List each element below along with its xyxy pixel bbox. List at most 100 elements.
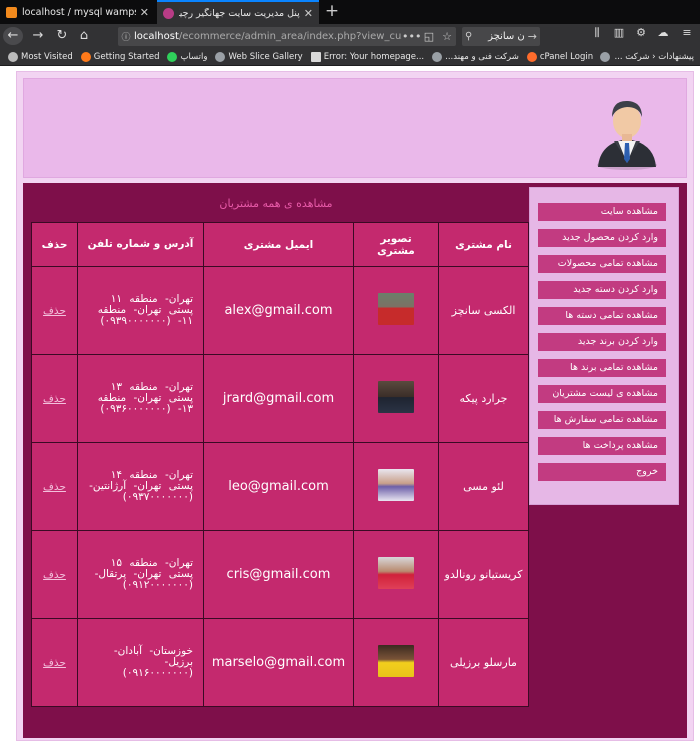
library-icon[interactable]: ⫼ xyxy=(588,26,606,40)
cloud-icon[interactable]: ☁ xyxy=(654,26,672,39)
customers-content: مشاهده ی همه مشتریان نام مشتری تصویر مشت… xyxy=(23,183,529,738)
globe-icon xyxy=(215,51,226,62)
header-address: آدرس و شماره تلفن xyxy=(77,222,204,267)
gear-icon xyxy=(8,51,18,62)
delete-link[interactable]: حذف xyxy=(43,393,66,405)
forward-button[interactable]: → xyxy=(28,27,48,45)
search-go-icon[interactable]: → xyxy=(528,30,537,43)
page: مشاهده ی همه مشتریان نام مشتری تصویر مشت… xyxy=(0,67,700,745)
customer-image xyxy=(353,354,439,443)
customer-name: الکسی سانچز xyxy=(438,266,529,355)
header-banner xyxy=(23,78,687,178)
menu-view-customers[interactable]: مشاهده ی لیست مشتریان xyxy=(538,385,666,403)
bookmark-company[interactable]: شرکت فنی و مهند... xyxy=(432,51,519,62)
customer-name: مارسلو برزیلی xyxy=(438,618,529,707)
firefox-icon xyxy=(80,51,91,62)
menu-view-products[interactable]: مشاهده تمامی محصولات xyxy=(538,255,666,273)
menu-insert-category[interactable]: وارد کردن دسته جدید xyxy=(538,281,666,299)
menu-view-payments[interactable]: مشاهده پرداخت ها xyxy=(538,437,666,455)
phpmyadmin-icon xyxy=(6,6,17,18)
customer-image xyxy=(353,442,439,531)
menu-view-site[interactable]: مشاهده سایت xyxy=(538,203,666,221)
bookmark-whatsapp[interactable]: واتساپ xyxy=(167,51,207,62)
customer-photo xyxy=(378,292,414,325)
tab-title: پنل مدیریت سایت جهانگیر رچیکم xyxy=(179,7,300,19)
sidebar-icon[interactable]: ▥ xyxy=(610,26,628,39)
menu-view-categories[interactable]: مشاهده تمامی دسته ها xyxy=(538,307,666,325)
admin-wrapper: مشاهده ی همه مشتریان نام مشتری تصویر مشت… xyxy=(16,71,694,741)
bookmark-getting-started[interactable]: Getting Started xyxy=(80,51,159,62)
table-row: مارسلو برزیلی marselo@gmail.com خوزستان-… xyxy=(31,618,529,707)
customer-photo xyxy=(378,380,414,413)
reload-button[interactable]: ↻ xyxy=(52,27,72,45)
close-tab-icon[interactable]: ✕ xyxy=(304,7,313,20)
customer-image xyxy=(353,530,439,619)
cpanel-icon xyxy=(526,51,537,62)
menu-view-orders[interactable]: مشاهده تمامی سفارش ها xyxy=(538,411,666,429)
globe-icon xyxy=(600,52,611,62)
customer-address: تهران- منطقه ۱۱ پستی تهران- منطقه ۱۱- (۰… xyxy=(77,266,204,355)
close-tab-icon[interactable]: ✕ xyxy=(140,6,149,19)
search-box[interactable]: ⚲ ن سانچز → xyxy=(462,27,540,46)
header-image: تصویر مشتری xyxy=(353,222,439,267)
home-button[interactable]: ⌂ xyxy=(74,27,94,45)
menu-icon[interactable]: ≡ xyxy=(678,26,696,39)
menu-insert-brand[interactable]: وارد کردن برند جدید xyxy=(538,333,666,351)
bookmark-web-slice[interactable]: Web Slice Gallery xyxy=(215,51,303,62)
customer-email: alex@gmail.com xyxy=(203,266,354,355)
tab-admin-panel[interactable]: پنل مدیریت سایت جهانگیر رچیکم ✕ xyxy=(157,0,319,24)
delete-link-cell: حذف xyxy=(31,530,78,619)
menu-logout[interactable]: خروج xyxy=(538,463,666,481)
customer-image xyxy=(353,266,439,355)
extension-icon[interactable]: ⚙ xyxy=(632,26,650,39)
bookmark-star-icon[interactable]: ☆ xyxy=(438,30,456,43)
customers-table: نام مشتری تصویر مشتری ایمیل مشتری آدرس و… xyxy=(31,222,529,707)
admin-avatar-icon xyxy=(597,100,657,170)
customer-photo xyxy=(378,556,414,589)
customer-image xyxy=(353,618,439,707)
admin-sidebar: مشاهده سایت وارد کردن محصول جدید مشاهده … xyxy=(529,187,679,505)
customer-name: کریستیانو رونالدو xyxy=(438,530,529,619)
customer-email: marselo@gmail.com xyxy=(203,618,354,707)
table-row: لئو مسی leo@gmail.com تهران- منطقه ۱۴ پس… xyxy=(31,442,529,531)
menu-view-brands[interactable]: مشاهده تمامی برند ها xyxy=(538,359,666,377)
whatsapp-icon xyxy=(167,51,178,62)
delete-link[interactable]: حذف xyxy=(43,305,66,317)
table-header-row: نام مشتری تصویر مشتری ایمیل مشتری آدرس و… xyxy=(31,222,529,267)
delete-link[interactable]: حذف xyxy=(43,569,66,581)
pocket-icon[interactable]: ◱ xyxy=(420,30,438,43)
info-icon[interactable]: ⓘ xyxy=(118,30,134,43)
back-button[interactable]: ← xyxy=(3,27,23,45)
nav-bar: ← → ↻ ⌂ ⓘ localhost/ecommerce/admin_area… xyxy=(0,24,700,48)
delete-link[interactable]: حذف xyxy=(43,481,66,493)
search-icon: ⚲ xyxy=(465,31,473,42)
delete-link[interactable]: حذف xyxy=(43,657,66,669)
bookmark-most-visited[interactable]: Most Visited xyxy=(8,51,73,62)
header-email: ایمیل مشتری xyxy=(203,222,354,267)
bookmark-suggestions[interactable]: پیشنهادات ‹ شرکت ... xyxy=(600,48,694,66)
bookmark-cpanel[interactable]: cPanel Login xyxy=(526,51,593,62)
customer-photo xyxy=(378,644,414,677)
globe-icon xyxy=(432,51,443,62)
tab-title: localhost / mysql wampserver / ec xyxy=(22,6,136,18)
delete-link-cell: حذف xyxy=(31,618,78,707)
customer-name: جرارد پیکه xyxy=(438,354,529,443)
page-actions-icon[interactable]: ••• xyxy=(402,30,421,43)
customer-email: leo@gmail.com xyxy=(203,442,354,531)
menu-insert-product[interactable]: وارد کردن محصول جدید xyxy=(538,229,666,247)
search-input[interactable]: ن سانچز xyxy=(475,31,525,42)
table-row: الکسی سانچز alex@gmail.com تهران- منطقه … xyxy=(31,266,529,355)
tab-phpmyadmin[interactable]: localhost / mysql wampserver / ec ✕ xyxy=(0,0,155,24)
customer-email: jrard@gmail.com xyxy=(203,354,354,443)
address-bar[interactable]: ⓘ localhost/ecommerce/admin_area/index.p… xyxy=(118,27,456,46)
new-tab-button[interactable]: + xyxy=(322,1,342,21)
customer-email: cris@gmail.com xyxy=(203,530,354,619)
customer-photo xyxy=(378,468,414,501)
main-area: مشاهده ی همه مشتریان نام مشتری تصویر مشت… xyxy=(23,183,687,738)
bookmark-error-homepage[interactable]: Error: Your homepage... xyxy=(310,51,424,62)
site-icon xyxy=(163,7,174,19)
customer-address: تهران- منطقه ۱۵ پستی تهران- پرتقال- (۰۹۱… xyxy=(77,530,204,619)
customer-address: خوزستان- آبادان- برزیل- (۰۹۱۶۰۰۰۰۰۰۰) xyxy=(77,618,204,707)
header-delete: حذف xyxy=(31,222,78,267)
url-text[interactable]: localhost/ecommerce/admin_area/index.php… xyxy=(134,31,402,42)
